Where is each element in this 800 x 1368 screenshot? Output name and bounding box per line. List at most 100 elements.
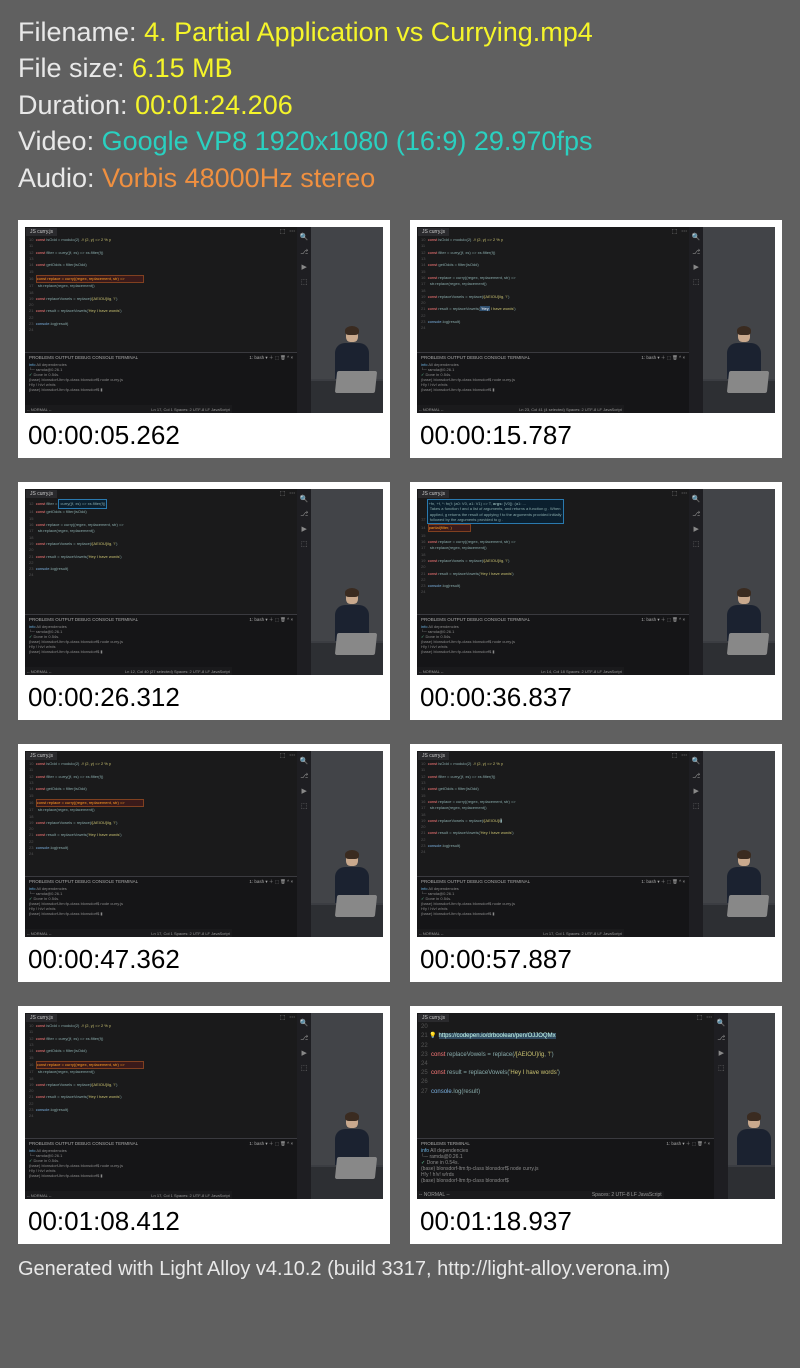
terminal-tabs: PROBLEMS OUTPUT DEBUG CONSOLE TERMINAL 1… bbox=[29, 879, 293, 885]
editor-sidebar: 🔍 ⎇ ▶ ⬚ bbox=[297, 227, 311, 413]
terminal-tab-labels: PROBLEMS OUTPUT DEBUG CONSOLE TERMINAL bbox=[421, 355, 530, 361]
editor-sidebar: 🔍 ⎇ ▶ ⬚ bbox=[689, 751, 703, 937]
sidebar-icon: 🔍 bbox=[300, 1019, 309, 1027]
video-frame: JS curry.js ⬚ ⋯ 10 const isOdd = modulo(… bbox=[417, 227, 775, 413]
editor-tab: JS curry.js bbox=[418, 752, 449, 760]
editor-statusbar: -- NORMAL -- Ln 17, Col 1 Spaces: 2 UTF-… bbox=[25, 405, 232, 413]
thumbnail-grid: JS curry.js ⬚ ⋯ 10 const isOdd = modulo(… bbox=[0, 210, 800, 1248]
sidebar-icon: 🔍 bbox=[692, 495, 701, 503]
frame-timestamp: 00:00:26.312 bbox=[25, 675, 383, 715]
file-info-block: Filename: 4. Partial Application vs Curr… bbox=[0, 0, 800, 210]
presenter-laptop bbox=[335, 895, 377, 917]
frame-timestamp: 00:01:08.412 bbox=[25, 1199, 383, 1239]
sidebar-icon: ▶ bbox=[302, 525, 307, 533]
editor-tab: JS curry.js bbox=[26, 1014, 57, 1022]
editor-window-icons: ⬚ ⋯ bbox=[672, 752, 688, 759]
sidebar-icon: ▶ bbox=[302, 1049, 307, 1057]
terminal-panel: PROBLEMS OUTPUT DEBUG CONSOLE TERMINAL 1… bbox=[25, 352, 297, 413]
code-area: 10 const isOdd = modulo(2) // (2, y) => … bbox=[29, 237, 293, 350]
terminal-panel: PROBLEMS OUTPUT DEBUG CONSOLE TERMINAL 1… bbox=[25, 876, 297, 937]
generator-footer: Generated with Light Alloy v4.10.2 (buil… bbox=[0, 1248, 800, 1299]
status-info: Ln 17, Col 1 Spaces: 2 UTF-8 LF JavaScri… bbox=[151, 1193, 229, 1198]
presenter-desk bbox=[728, 1165, 775, 1199]
status-info: Ln 17, Col 1 Spaces: 2 UTF-8 LF JavaScri… bbox=[151, 931, 229, 936]
editor-statusbar: -- NORMAL -- Ln 23, Col 41 (4 selected) … bbox=[417, 405, 624, 413]
editor-tab: JS curry.js bbox=[26, 490, 57, 498]
sidebar-icon: ▶ bbox=[694, 263, 699, 271]
code-area: 12 const filter = curry((f, xs) => xs.fi… bbox=[29, 499, 293, 612]
status-info: Ln 12, Col 40 (27 selected) Spaces: 2 UT… bbox=[125, 669, 230, 674]
code-editor: JS curry.js ⬚ ⋯ 10 const isOdd = modulo(… bbox=[25, 1013, 297, 1199]
sidebar-icon: ⬚ bbox=[301, 802, 308, 810]
code-area: 10 const isOdd = modulo(2) // (2, y) => … bbox=[421, 237, 685, 350]
code-editor: JS curry.js ⬚ ⋯ 10 const isOdd = modulo(… bbox=[417, 227, 689, 413]
info-duration: Duration: 00:01:24.206 bbox=[18, 87, 782, 123]
thumbnail-card: JS curry.js ⬚ ⋯ 12 +fn, +f, *: fn(f: (a0… bbox=[410, 482, 782, 720]
sidebar-icon: 🔍 bbox=[717, 1019, 726, 1027]
editor-sidebar: 🔍 ⎇ ▶ ⬚ bbox=[297, 1013, 311, 1199]
video-frame: JS curry.js ⬚ ⋯ 12 const filter = curry(… bbox=[25, 489, 383, 675]
sidebar-icon: 🔍 bbox=[692, 757, 701, 765]
editor-window-icons: ⬚ ⋯ bbox=[280, 490, 296, 497]
sidebar-icon: ⬚ bbox=[693, 540, 700, 548]
terminal-panel: PROBLEMS OUTPUT DEBUG CONSOLE TERMINAL 1… bbox=[417, 876, 689, 937]
terminal-output: info All dependencies└─ ramda@0.26.1✓ Do… bbox=[421, 624, 685, 654]
terminal-output: info All dependencies└─ ramda@0.26.1✓ Do… bbox=[421, 886, 685, 916]
editor-sidebar: 🔍 ⎇ ▶ ⬚ bbox=[297, 489, 311, 675]
terminal-controls: 1: bash ▾ ＋ ⬚ 🗑 ^ × bbox=[641, 617, 685, 623]
filename-value: 4. Partial Application vs Currying.mp4 bbox=[144, 17, 593, 47]
sidebar-icon: ⬚ bbox=[693, 802, 700, 810]
video-frame: JS curry.js ⬚ ⋯ 10 const isOdd = modulo(… bbox=[25, 751, 383, 937]
code-area: 12 +fn, +f, *: fn(f: (a0: V0, a1: V1) =>… bbox=[421, 499, 685, 612]
status-info: Ln 14, Col 18 Spaces: 2 UTF-8 LF JavaScr… bbox=[541, 669, 622, 674]
editor-tab: JS curry.js bbox=[418, 1014, 449, 1022]
thumbnail-card: JS curry.js ⬚ ⋯ 12 const filter = curry(… bbox=[18, 482, 390, 720]
video-frame: JS curry.js ⬚ ⋯ 12 +fn, +f, *: fn(f: (a0… bbox=[417, 489, 775, 675]
code-area: 2021 💡 https://codepen.io/drboolean/pen/… bbox=[421, 1023, 710, 1136]
code-area: 10 const isOdd = modulo(2) // (2, y) => … bbox=[421, 761, 685, 874]
editor-statusbar: -- NORMAL -- Ln 12, Col 40 (27 selected)… bbox=[25, 667, 232, 675]
code-editor: JS curry.js ⬚ ⋯ 10 const isOdd = modulo(… bbox=[417, 751, 689, 937]
info-filesize: File size: 6.15 MB bbox=[18, 50, 782, 86]
status-mode: -- NORMAL -- bbox=[419, 931, 444, 936]
frame-timestamp: 00:00:57.887 bbox=[417, 937, 775, 977]
status-mode: -- NORMAL -- bbox=[27, 1193, 52, 1198]
frame-timestamp: 00:00:36.837 bbox=[417, 675, 775, 715]
terminal-controls: 1: bash ▾ ＋ ⬚ 🗑 ^ × bbox=[249, 879, 293, 885]
terminal-tab-labels: PROBLEMS OUTPUT DEBUG CONSOLE TERMINAL bbox=[29, 617, 138, 623]
thumbnail-card: JS curry.js ⬚ ⋯ 10 const isOdd = modulo(… bbox=[18, 1006, 390, 1244]
terminal-controls: 1: bash ▾ ＋ ⬚ 🗑 ^ × bbox=[249, 1141, 293, 1147]
terminal-output: info All dependencies└─ ramda@0.26.1✓ Do… bbox=[29, 1148, 293, 1178]
presenter-view bbox=[311, 751, 383, 937]
presenter-view bbox=[703, 489, 775, 675]
presenter-laptop bbox=[727, 633, 769, 655]
terminal-output: info All dependencies└─ ramda@0.26.1✓ Do… bbox=[29, 362, 293, 392]
editor-statusbar: -- NORMAL -- Ln 17, Col 1 Spaces: 2 UTF-… bbox=[417, 929, 624, 937]
filesize-value: 6.15 MB bbox=[132, 53, 233, 83]
presenter-laptop bbox=[335, 371, 377, 393]
terminal-tab-labels: PROBLEMS OUTPUT DEBUG CONSOLE TERMINAL bbox=[29, 1141, 138, 1147]
duration-value: 00:01:24.206 bbox=[135, 90, 293, 120]
audio-label: Audio: bbox=[18, 163, 95, 193]
sidebar-icon: ⬚ bbox=[718, 1064, 725, 1072]
sidebar-icon: ⎇ bbox=[300, 1034, 308, 1042]
frame-timestamp: 00:00:47.362 bbox=[25, 937, 383, 977]
terminal-panel: PROBLEMS OUTPUT DEBUG CONSOLE TERMINAL 1… bbox=[25, 614, 297, 675]
filename-label: Filename: bbox=[18, 17, 137, 47]
sidebar-icon: ⎇ bbox=[300, 772, 308, 780]
terminal-controls: 1: bash ▾ ＋ ⬚ 🗑 ^ × bbox=[641, 879, 685, 885]
thumbnail-card: JS curry.js ⬚ ⋯ 10 const isOdd = modulo(… bbox=[18, 220, 390, 458]
presenter-laptop bbox=[335, 1157, 377, 1179]
editor-tab: JS curry.js bbox=[418, 228, 449, 236]
editor-sidebar: 🔍 ⎇ ▶ ⬚ bbox=[297, 751, 311, 937]
frame-timestamp: 00:00:05.262 bbox=[25, 413, 383, 453]
terminal-tabs: PROBLEMS OUTPUT DEBUG CONSOLE TERMINAL 1… bbox=[29, 617, 293, 623]
editor-sidebar: 🔍 ⎇ ▶ ⬚ bbox=[714, 1013, 728, 1199]
editor-tab: JS curry.js bbox=[26, 752, 57, 760]
code-area: 10 const isOdd = modulo(2) // (2, y) => … bbox=[29, 761, 293, 874]
terminal-tab-labels: PROBLEMS OUTPUT DEBUG CONSOLE TERMINAL bbox=[29, 355, 138, 361]
terminal-controls: 1: bash ▾ ＋ ⬚ 🗑 ^ × bbox=[641, 355, 685, 361]
info-video: Video: Google VP8 1920x1080 (16:9) 29.97… bbox=[18, 123, 782, 159]
terminal-controls: 1: bash ▾ ＋ ⬚ 🗑 ^ × bbox=[249, 355, 293, 361]
sidebar-icon: ⬚ bbox=[693, 278, 700, 286]
